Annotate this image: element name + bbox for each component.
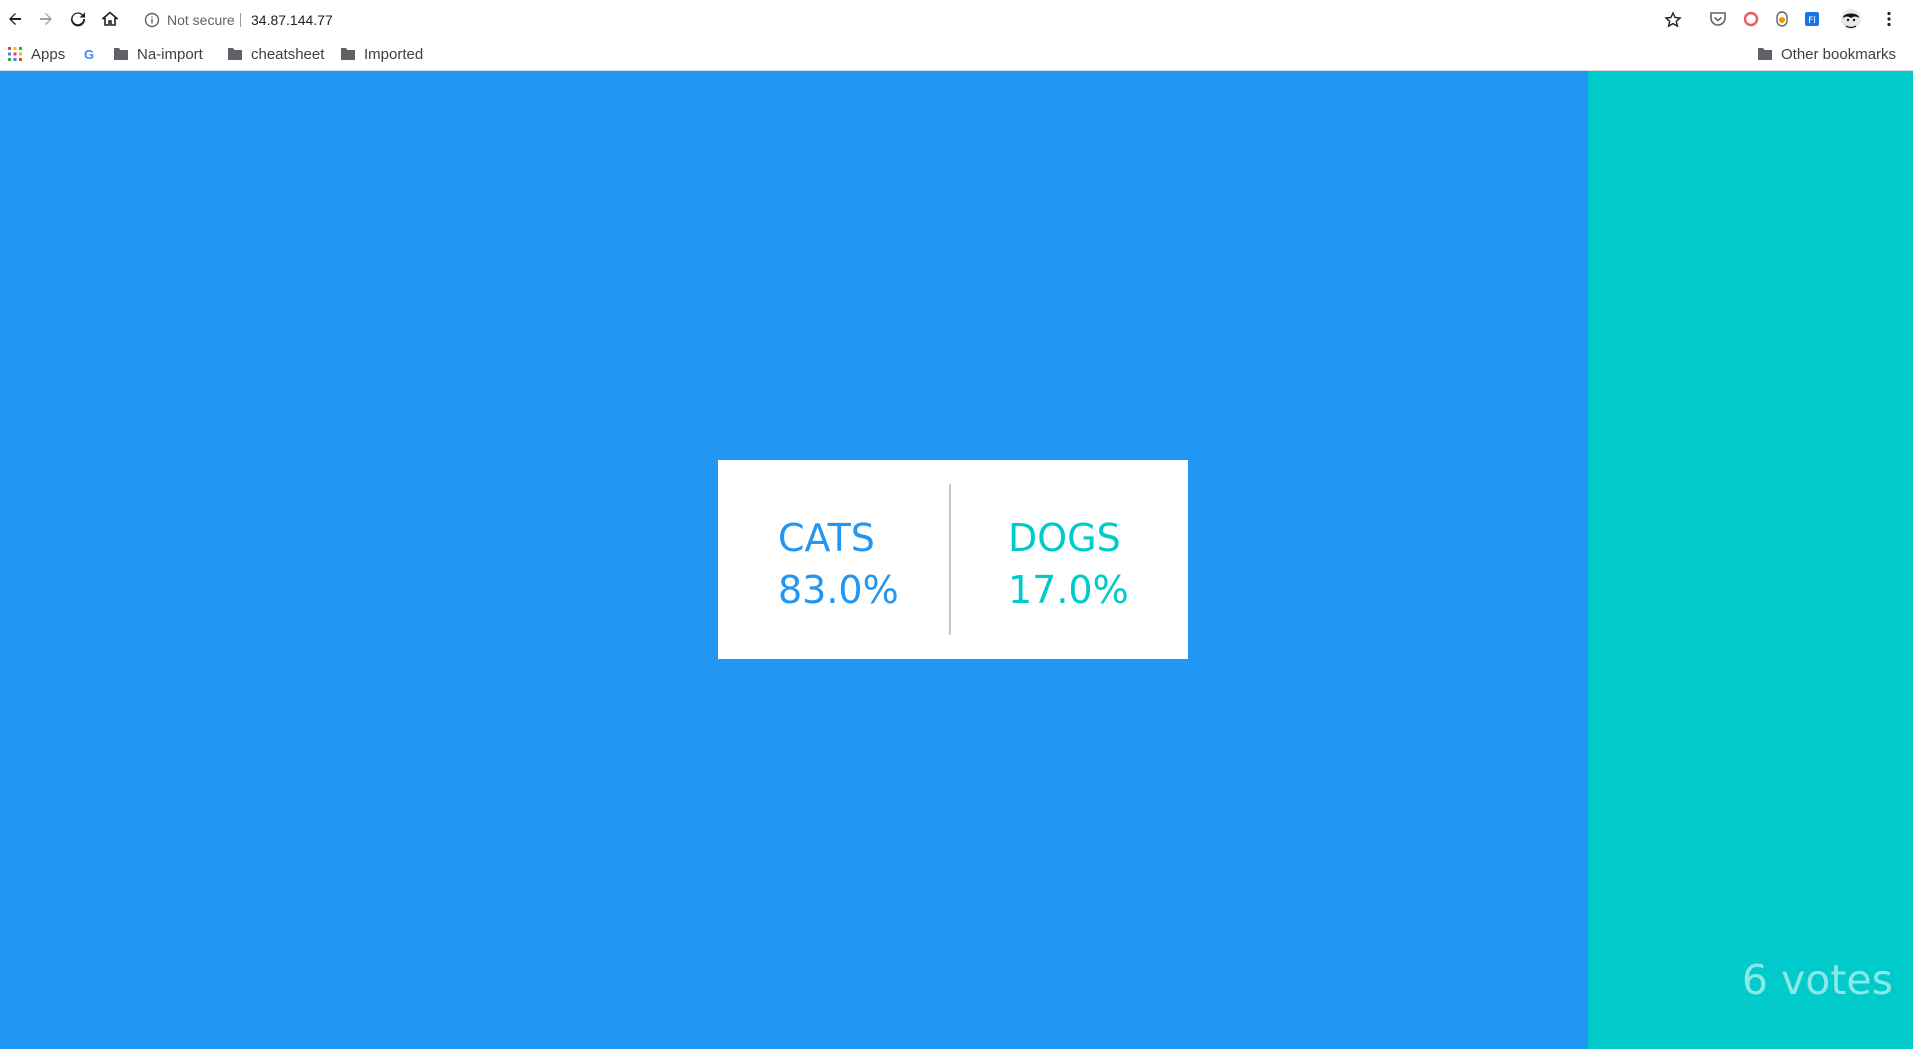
bookmark-label: Apps bbox=[31, 45, 66, 63]
back-icon[interactable] bbox=[3, 7, 27, 31]
url-text[interactable]: 34.87.144.77 bbox=[251, 12, 333, 28]
folder-icon bbox=[1758, 48, 1772, 60]
bookmark-folder-other[interactable]: Other bookmarks bbox=[1757, 44, 1896, 64]
apps-grid-icon bbox=[8, 47, 22, 61]
bookmark-star-icon[interactable] bbox=[1664, 11, 1682, 29]
menu-dots-icon[interactable] bbox=[1880, 10, 1898, 28]
dogs-result: DOGS 17.0% bbox=[1008, 512, 1129, 616]
address-bar[interactable]: Not secure 34.87.144.77 bbox=[134, 4, 1696, 36]
bookmark-folder-imported[interactable]: Imported bbox=[340, 44, 423, 64]
reload-icon[interactable] bbox=[66, 7, 90, 31]
ext-red-icon[interactable] bbox=[1742, 10, 1760, 28]
bookmark-folder-cheatsheet[interactable]: cheatsheet bbox=[227, 44, 324, 64]
profile-avatar-icon[interactable] bbox=[1840, 8, 1862, 30]
browser-toolbar: Not secure 34.87.144.77 Fl bbox=[0, 0, 1913, 38]
ext-blue-icon[interactable]: Fl bbox=[1803, 10, 1821, 28]
result-page: CATS 83.0% DOGS 17.0% 6 votes bbox=[0, 71, 1913, 1049]
bookmark-folder-na-import[interactable]: Na-import bbox=[113, 44, 203, 64]
bookmark-label: Na-import bbox=[137, 45, 203, 63]
dogs-share-background bbox=[1588, 71, 1913, 1049]
svg-text:G: G bbox=[84, 47, 94, 61]
folder-icon bbox=[228, 48, 242, 60]
cats-label: CATS bbox=[778, 516, 875, 560]
bookmark-google[interactable]: G bbox=[82, 44, 104, 64]
google-icon: G bbox=[84, 47, 94, 61]
bookmark-label: Imported bbox=[364, 45, 424, 63]
security-status: Not secure bbox=[167, 12, 235, 28]
info-icon[interactable] bbox=[144, 12, 160, 28]
folder-icon bbox=[341, 48, 355, 60]
svg-text:Fl: Fl bbox=[1808, 16, 1816, 26]
dogs-percentage: 17.0% bbox=[1008, 568, 1129, 612]
cats-result: CATS 83.0% bbox=[778, 512, 899, 616]
results-card: CATS 83.0% DOGS 17.0% bbox=[718, 460, 1188, 659]
forward-icon[interactable] bbox=[34, 7, 58, 31]
home-icon[interactable] bbox=[98, 7, 122, 31]
bookmark-label: cheatsheet bbox=[251, 45, 325, 63]
ext-orange-icon[interactable] bbox=[1773, 10, 1791, 28]
vote-count: 6 votes bbox=[1741, 956, 1893, 1004]
cats-percentage: 83.0% bbox=[778, 568, 899, 612]
omnibox-divider bbox=[240, 13, 241, 27]
results-divider bbox=[949, 484, 951, 635]
dogs-label: DOGS bbox=[1008, 516, 1121, 560]
bookmark-label: Other bookmarks bbox=[1781, 45, 1897, 63]
bookmark-apps[interactable]: Apps bbox=[7, 44, 65, 64]
folder-icon bbox=[114, 48, 128, 60]
pocket-icon[interactable] bbox=[1709, 10, 1727, 28]
bookmarks-bar: Apps G Na-import cheatsheet Imported Oth… bbox=[0, 38, 1913, 71]
